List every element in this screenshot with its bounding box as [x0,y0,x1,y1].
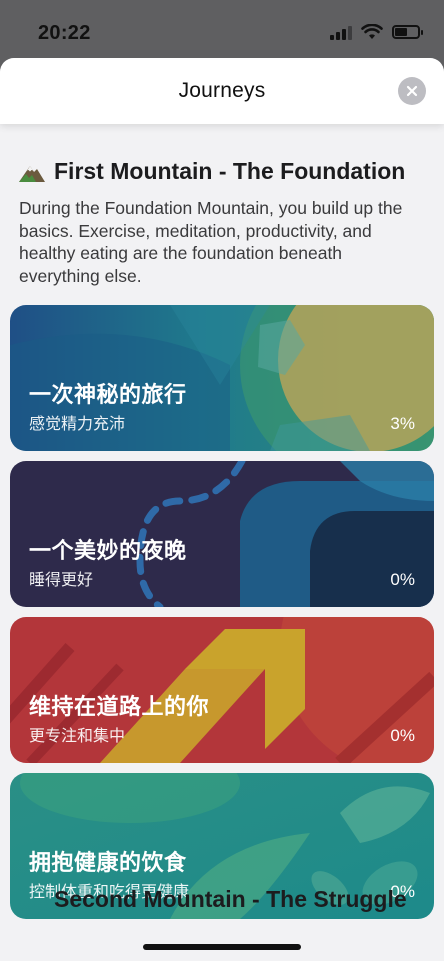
mountain-icon [18,161,46,183]
wifi-icon [361,24,383,39]
journeys-sheet: Journeys First Mountain - The Foundation… [0,58,444,961]
journey-card-4-title: 拥抱健康的饮食 [29,850,187,875]
journey-card-1[interactable]: 一次神秘的旅行 感觉精力充沛 3% [10,305,434,451]
status-icons [330,24,423,40]
cellular-signal-icon [330,25,352,40]
journey-card-3[interactable]: 维持在道路上的你 更专注和集中 0% [10,617,434,763]
status-bar: 20:22 [0,0,444,60]
battery-icon [392,25,423,39]
home-indicator [143,944,301,950]
journey-card-2-subtitle: 睡得更好 [29,572,94,589]
journey-card-2[interactable]: 一个美妙的夜晚 睡得更好 0% [10,461,434,607]
journey-card-2-progress: 0% [390,570,415,589]
status-time: 20:22 [38,22,91,44]
journey-card-3-progress: 0% [390,726,415,745]
close-button[interactable] [398,77,426,105]
sheet-header: Journeys [0,58,444,124]
section-title-text: First Mountain - The Foundation [54,158,406,184]
journey-card-3-subtitle: 更专注和集中 [29,728,126,745]
journey-card-1-progress: 3% [390,414,415,433]
close-icon [406,85,418,97]
next-section-title: Second Mountain - The Struggle [54,886,407,912]
journey-card-1-subtitle: 感觉精力充沛 [29,416,126,433]
journey-card-1-title: 一次神秘的旅行 [29,382,187,407]
section-description: During the Foundation Mountain, you buil… [19,198,403,286]
journey-card-2-title: 一个美妙的夜晚 [29,538,187,563]
sheet-title: Journeys [178,79,266,102]
section-title: First Mountain - The Foundation [18,158,405,185]
journey-card-3-title: 维持在道路上的你 [29,694,210,719]
